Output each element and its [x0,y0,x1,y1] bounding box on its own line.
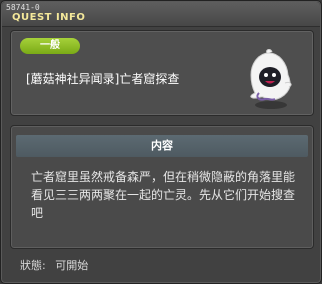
quest-summary-panel: 一般 [蘑菇神社异闻录]亡者窟探查 [10,30,314,116]
quest-description: 亡者窟里虽然戒备森严，但在稍微隐蔽的角落里能看见三三两两聚在一起的亡灵。先从它们… [31,170,296,220]
quest-info-window: 58741-0 QUEST INFO 一般 [蘑菇神社异闻录]亡者窟探查 内容 [0,0,322,284]
content-header: 内容 [16,135,308,157]
title-bar[interactable]: 58741-0 QUEST INFO [2,2,320,27]
quest-name: [蘑菇神社异闻录]亡者窟探查 [26,72,180,86]
status-label: 狀態: [20,259,46,272]
quest-content-panel: 内容 亡者窟里虽然戒备森严，但在稍微隐蔽的角落里能看见三三两两聚在一起的亡灵。先… [10,125,314,249]
category-badge: 一般 [20,38,80,54]
quest-status: 狀態: 可開始 [20,257,94,273]
status-value: 可開始 [55,259,89,272]
window-title: QUEST INFO [12,12,86,23]
quest-id: 58741-0 [6,3,40,12]
ghost-monster-icon [250,49,292,109]
